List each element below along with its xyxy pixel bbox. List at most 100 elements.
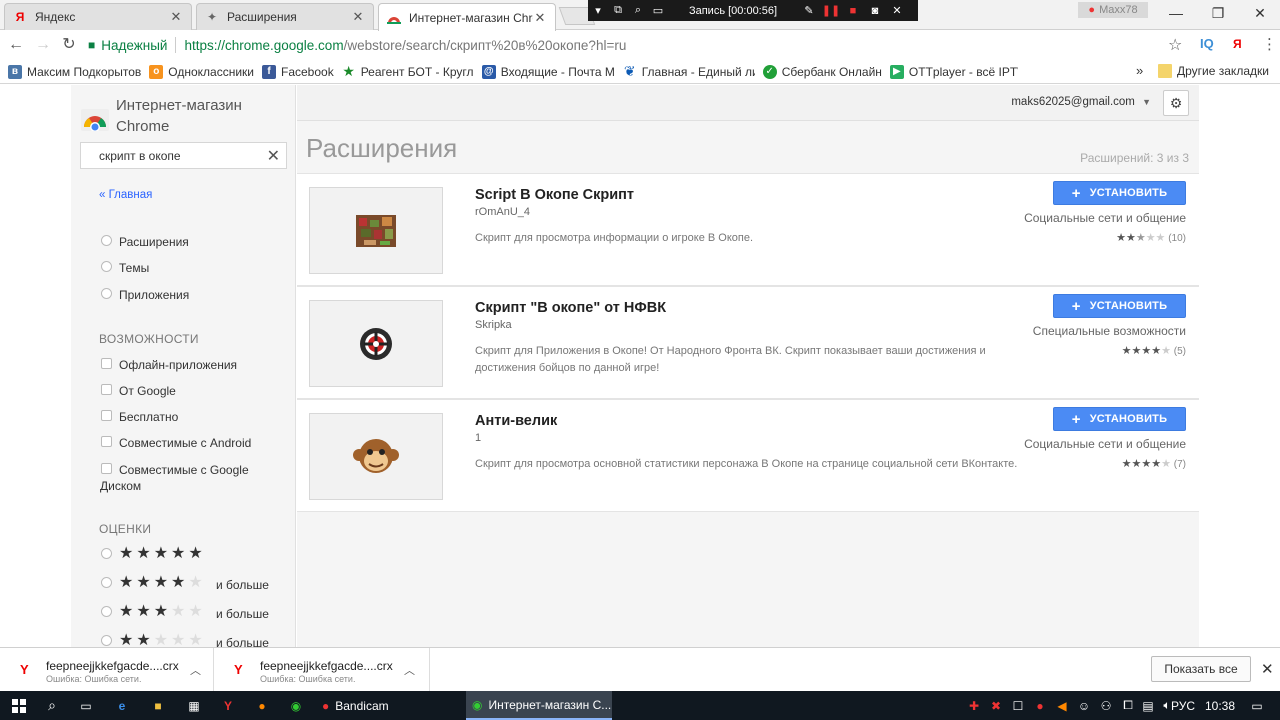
radio-extensions[interactable] — [101, 235, 112, 246]
tab-extensions[interactable]: ✦ Расширения ✕ — [196, 3, 374, 30]
edge-icon[interactable]: e — [110, 691, 134, 720]
bookmark-item[interactable]: в Максим Подкорытов — [8, 64, 141, 79]
rating-stars: ★★★★★ — [1121, 458, 1171, 470]
close-icon[interactable]: ✕ — [886, 4, 908, 17]
store-icon[interactable]: ▦ — [182, 691, 206, 720]
account-email[interactable]: maks62025@gmail.com ▼ — [1011, 96, 1151, 108]
bookmarks-more-button[interactable]: » — [1136, 63, 1143, 78]
install-button[interactable]: + УСТАНОВИТЬ — [1053, 407, 1186, 431]
close-icon[interactable]: ✕ — [169, 9, 183, 25]
radio-rating-3[interactable] — [101, 606, 112, 617]
extension-card[interactable]: Скрипт "В окопе" от НФВК Skripka Скрипт … — [297, 286, 1199, 399]
bookmark-star-icon[interactable]: ☆ — [1168, 35, 1182, 55]
tray-app-icon[interactable]: ☺ — [1074, 691, 1094, 720]
tab-title: Расширения — [227, 10, 297, 24]
profile-badge[interactable]: ● Maxx78 — [1078, 2, 1148, 18]
checkbox-offline[interactable] — [101, 358, 112, 369]
extension-name[interactable]: Анти-велик — [475, 413, 557, 429]
install-button[interactable]: + УСТАНОВИТЬ — [1053, 181, 1186, 205]
radio-apps[interactable] — [101, 288, 112, 299]
address-bar[interactable]: ■ Надежный https://chrome.google.com /we… — [88, 33, 1192, 57]
notifications-icon[interactable]: ▭ — [1246, 691, 1268, 720]
bookmark-item[interactable]: ❦ Главная - Единый ли — [623, 65, 755, 79]
extension-name[interactable]: Script В Окопе Скрипт — [475, 187, 634, 203]
search-input[interactable]: скрипт в окопе ✕ — [80, 142, 287, 169]
clock[interactable]: 10:38 — [1200, 691, 1240, 720]
review-count: (7) — [1173, 459, 1186, 470]
extension-description: Скрипт для Приложения в Окопе! От Народн… — [475, 345, 986, 374]
close-icon[interactable]: ✕ — [1261, 660, 1274, 678]
reload-icon[interactable]: ↻ — [58, 34, 80, 56]
tray-app-icon[interactable]: ✖ — [986, 691, 1006, 720]
extension-category: Специальные возможности — [1032, 324, 1186, 338]
bandicam-tray-icon[interactable]: ● — [1030, 691, 1050, 720]
download-item[interactable]: Y feepneejjkkefgacde....crx Ошибка: Ошиб… — [214, 648, 430, 692]
clear-icon[interactable]: ✕ — [267, 146, 280, 166]
features-heading: ВОЗМОЖНОСТИ — [99, 332, 199, 346]
network-icon[interactable]: ▤ — [1138, 691, 1158, 720]
iq-extension-icon[interactable]: IQ — [1200, 36, 1214, 51]
mosaic-image-icon — [356, 214, 396, 247]
chevron-up-icon[interactable]: ︿ — [190, 662, 201, 678]
bookmark-item[interactable]: ★ Реагент БОТ - Круглс — [342, 65, 473, 79]
radio-themes[interactable] — [101, 261, 112, 272]
bookmark-item[interactable]: f Facebook — [262, 64, 334, 79]
other-bookmarks[interactable]: Другие закладки — [1158, 64, 1269, 78]
language-indicator[interactable]: РУС — [1168, 691, 1198, 720]
file-explorer-icon[interactable]: ■ — [146, 691, 170, 720]
download-item[interactable]: Y feepneejjkkefgacde....crx Ошибка: Ошиб… — [0, 648, 214, 692]
radio-rating-4[interactable] — [101, 577, 112, 588]
close-icon[interactable]: ✕ — [533, 10, 547, 26]
firefox-icon[interactable]: ● — [250, 691, 274, 720]
menu-icon[interactable]: ⋮ — [1262, 35, 1277, 53]
tray-app-icon[interactable]: ⚇ — [1096, 691, 1116, 720]
window-icon[interactable]: ⧉ — [608, 4, 628, 17]
extension-name[interactable]: Скрипт "В окопе" от НФВК — [475, 300, 666, 316]
forward-icon[interactable]: → — [32, 34, 54, 56]
gear-icon[interactable]: ⚙ — [1163, 90, 1189, 116]
yandex-browser-icon[interactable]: Y — [216, 691, 240, 720]
yandex-extension-icon[interactable]: Я — [1233, 37, 1242, 51]
chrome-icon[interactable]: ◉ — [284, 691, 308, 720]
extension-card[interactable]: Script В Окопе Скрипт rOmAnU_4 Скрипт дл… — [297, 173, 1199, 286]
task-view-icon[interactable]: ▭ — [74, 691, 98, 720]
checkbox-android[interactable] — [101, 436, 112, 447]
webstore-page: Интернет-магазин Chrome скрипт в окопе ✕… — [0, 85, 1280, 647]
checkbox-free[interactable] — [101, 410, 112, 421]
windows-start-icon[interactable] — [6, 691, 32, 720]
install-button[interactable]: + УСТАНОВИТЬ — [1053, 294, 1186, 318]
screen-icon[interactable]: ▭ — [648, 4, 668, 17]
restore-button[interactable]: ❐ — [1198, 2, 1238, 24]
tray-app-icon[interactable]: ☐ — [1008, 691, 1028, 720]
close-window-button[interactable]: ✕ — [1240, 2, 1280, 24]
stop-icon[interactable]: ■ — [842, 5, 864, 17]
bookmark-item[interactable]: ✓ Сбербанк Онлайн — [762, 64, 882, 79]
search-icon[interactable]: ⌕ — [628, 4, 648, 17]
tray-app-icon[interactable]: ◀ — [1052, 691, 1072, 720]
chevron-up-icon[interactable]: ︿ — [404, 662, 415, 678]
show-all-button[interactable]: Показать все — [1151, 656, 1251, 682]
checkbox-google[interactable] — [101, 384, 112, 395]
home-link[interactable]: « Главная — [99, 189, 152, 201]
tab-chrome-store[interactable]: Интернет-магазин Chro ✕ — [378, 3, 556, 31]
close-icon[interactable]: ✕ — [351, 9, 365, 25]
checkbox-drive[interactable] — [101, 463, 112, 474]
extension-card[interactable]: Анти-велик 1 Скрипт для просмотра основн… — [297, 399, 1199, 512]
bookmark-item[interactable]: о Одноклассники — [149, 64, 254, 79]
search-icon[interactable]: ⌕ — [40, 691, 64, 720]
pen-icon[interactable]: ✎ — [798, 4, 820, 17]
radio-rating-2[interactable] — [101, 635, 112, 646]
bookmark-item[interactable]: @ Входящие - Почта М — [481, 64, 615, 79]
dropdown-icon[interactable]: ▾ — [588, 4, 608, 17]
pause-icon[interactable]: ❚❚ — [820, 4, 842, 17]
back-icon[interactable]: ← — [5, 34, 27, 56]
taskbar-app-bandicam[interactable]: ● Bandicam — [316, 691, 462, 720]
radio-rating-5[interactable] — [101, 548, 112, 559]
minimize-button[interactable]: — — [1156, 2, 1196, 24]
bookmark-item[interactable]: ▶ OTTplayer - всё IPTV — [889, 64, 1018, 79]
camera-icon[interactable]: ◙ — [864, 5, 886, 17]
tray-app-icon[interactable]: ⧠ — [1118, 691, 1138, 720]
tray-app-icon[interactable]: ✚ — [964, 691, 984, 720]
tab-yandex[interactable]: Я Яндекс ✕ — [4, 3, 192, 30]
taskbar-app-chrome[interactable]: ◉ Интернет-магазин С... — [466, 691, 612, 720]
